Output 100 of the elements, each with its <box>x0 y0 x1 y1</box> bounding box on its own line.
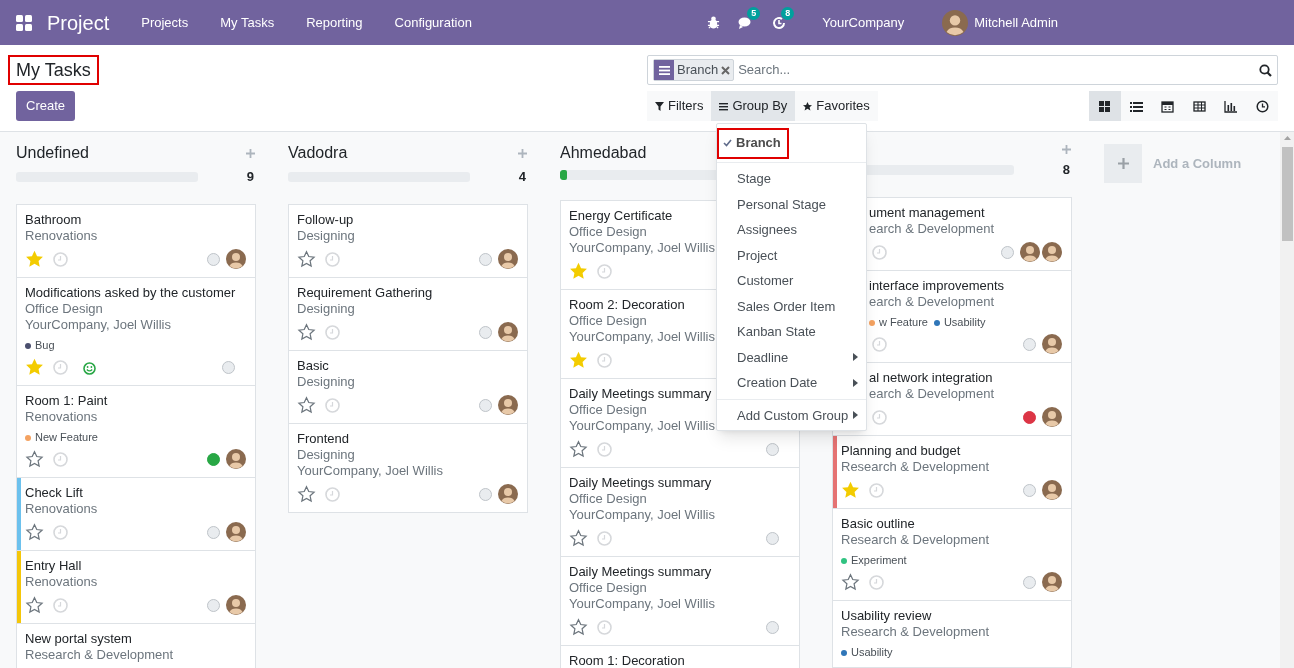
user-avatar[interactable] <box>1020 242 1040 262</box>
group-by-option[interactable]: Branch <box>717 127 789 159</box>
user-avatar[interactable] <box>1042 572 1062 592</box>
check-icon <box>723 139 732 147</box>
task-card[interactable]: Daily Meetings summary Office Design YourCompany, Joel Willis <box>561 468 799 557</box>
star-icon[interactable] <box>25 523 44 541</box>
group-by-option[interactable]: Stage <box>737 169 858 189</box>
task-card[interactable]: Planning and budget Research & Development <box>833 436 1071 509</box>
task-card[interactable]: Room 1: Paint Renovations New Feature <box>17 386 255 478</box>
card-title: al network integration <box>869 370 993 386</box>
user-name[interactable]: Mitchell Admin <box>974 12 1058 33</box>
card-subtitle: Office Design <box>569 580 647 596</box>
nav-menu-item[interactable]: Configuration <box>378 12 488 33</box>
star-icon[interactable] <box>25 358 44 376</box>
task-card[interactable]: Usability review Research & Development Usability <box>833 601 1071 668</box>
task-card[interactable]: Basic outline Research & Development Experiment <box>833 509 1071 601</box>
nav-menu-item[interactable]: Projects <box>125 12 205 33</box>
card-subtitle: Research & Development <box>841 459 990 475</box>
search-option-button[interactable]: Filters <box>647 91 712 121</box>
card-subtitle: Renovations <box>25 228 98 244</box>
search-icon[interactable] <box>1259 63 1272 77</box>
user-avatar[interactable] <box>226 522 246 542</box>
card-title: Room 1: Paint <box>25 393 108 409</box>
plus-icon <box>1117 158 1129 169</box>
star-icon[interactable] <box>841 481 860 499</box>
card-subtitle: Office Design <box>569 402 647 418</box>
card-subtitle: Renovations <box>25 409 98 425</box>
tag-label: New Feature <box>35 431 98 444</box>
star-icon[interactable] <box>569 529 588 547</box>
user-avatar[interactable] <box>1042 407 1062 427</box>
user-avatar[interactable] <box>942 9 969 36</box>
task-card[interactable]: Follow-up Designing <box>289 205 527 278</box>
apps-menu-icon[interactable] <box>16 14 32 31</box>
task-card[interactable]: Modifications asked by the customer Office Design YourCompany, Joel Willis Bug <box>17 278 255 386</box>
card-title: Modifications asked by the customer <box>25 285 236 301</box>
bug-icon[interactable] <box>707 16 721 29</box>
task-card[interactable]: New portal system Research & Development <box>17 624 255 668</box>
card-title: Planning and budget <box>841 443 961 459</box>
user-avatar[interactable] <box>226 249 246 269</box>
card-title: ument management <box>869 205 985 221</box>
star-icon[interactable] <box>25 596 44 614</box>
user-avatar[interactable] <box>498 322 518 342</box>
view-switch-button[interactable] <box>1120 91 1152 121</box>
column-title: Vadodra <box>288 143 348 163</box>
card-title: New portal system <box>25 631 132 647</box>
remove-icon[interactable] <box>721 65 731 75</box>
list-view-icon <box>1129 99 1143 113</box>
star-icon[interactable] <box>297 323 316 341</box>
star-icon[interactable] <box>841 573 860 591</box>
star-icon[interactable] <box>569 262 588 280</box>
record-count: 8 <box>1062 161 1070 180</box>
nav-menu-item[interactable]: My Tasks <box>204 12 291 33</box>
task-card[interactable]: Check Lift Renovations <box>17 478 255 551</box>
user-avatar[interactable] <box>226 449 246 469</box>
star-icon[interactable] <box>25 250 44 268</box>
star-icon[interactable] <box>569 618 588 636</box>
star-icon[interactable] <box>569 440 588 458</box>
task-card[interactable]: Bathroom Renovations <box>17 205 255 278</box>
bar-chart-icon <box>1224 99 1238 113</box>
card-title: Requirement Gathering <box>297 285 433 301</box>
scroll-up-arrow-icon[interactable] <box>1283 136 1291 140</box>
nav-menu-item[interactable]: Reporting <box>290 12 379 33</box>
scrollbar-thumb[interactable] <box>1281 147 1293 241</box>
task-card[interactable]: Entry Hall Renovations <box>17 551 255 624</box>
user-avatar[interactable] <box>1042 242 1062 262</box>
table-view-icon <box>1192 99 1206 113</box>
card-title: Entry Hall <box>25 558 82 574</box>
view-switch-button[interactable] <box>1089 91 1121 121</box>
star-icon[interactable] <box>297 396 316 414</box>
user-avatar[interactable] <box>1042 334 1062 354</box>
user-avatar[interactable] <box>498 484 518 504</box>
user-avatar[interactable] <box>498 249 518 269</box>
card-subtitle: Designing <box>297 228 355 244</box>
task-card[interactable]: Room 1: Decoration <box>561 646 799 668</box>
search-field[interactable]: Branch Search... <box>647 55 1278 85</box>
card-title: Usability review <box>841 608 932 624</box>
star-icon[interactable] <box>297 485 316 503</box>
task-card[interactable]: Requirement Gathering Designing <box>289 278 527 351</box>
star-icon[interactable] <box>569 351 588 369</box>
user-avatar[interactable] <box>226 595 246 615</box>
group-by-icon <box>719 101 729 111</box>
star-icon[interactable] <box>297 250 316 268</box>
user-avatar[interactable] <box>498 395 518 415</box>
task-card[interactable]: Frontend Designing YourCompany, Joel Willis <box>289 424 527 513</box>
plus-icon[interactable] <box>246 148 255 158</box>
search-option-button[interactable]: Favorites <box>795 91 878 121</box>
star-icon[interactable] <box>25 450 44 468</box>
search-option-button[interactable]: Group By <box>711 91 796 121</box>
plus-icon[interactable] <box>518 148 527 158</box>
scrollbar[interactable] <box>1280 132 1294 668</box>
task-card[interactable]: Daily Meetings summary Office Design YourCompany, Joel Willis <box>561 557 799 646</box>
add-column-button[interactable] <box>1104 144 1142 183</box>
company-switcher[interactable]: YourCompany <box>822 12 905 33</box>
user-avatar[interactable] <box>1042 480 1062 500</box>
view-switch-button[interactable] <box>1246 91 1278 121</box>
search-facet[interactable]: Branch <box>653 59 735 81</box>
task-card[interactable]: Basic Designing <box>289 351 527 424</box>
create-button[interactable]: Create <box>16 91 76 121</box>
app-title[interactable]: Project <box>47 7 110 38</box>
plus-icon[interactable] <box>1062 145 1071 154</box>
